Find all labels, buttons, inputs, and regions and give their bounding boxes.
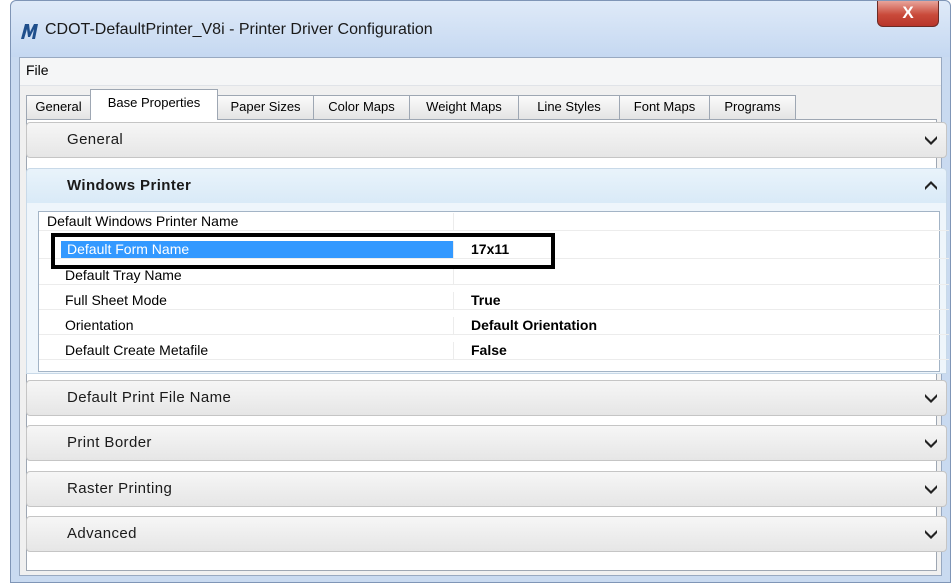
property-name: Full Sheet Mode [65,292,167,308]
chevron-down-icon [925,485,937,494]
menu-bar: File [20,58,941,86]
property-name: Default Windows Printer Name [47,213,239,229]
tab-programs[interactable]: Programs [709,95,796,119]
title-bar[interactable]: CDOT-DefaultPrinter_V8i - Printer Driver… [11,1,950,57]
property-name: Orientation [65,317,134,333]
property-row[interactable]: Full Sheet Mode True [39,292,949,310]
property-value[interactable]: Default Orientation [471,317,597,334]
tab-weight-maps[interactable]: Weight Maps [409,95,519,119]
property-value[interactable]: True [471,292,501,309]
property-grid: Default Windows Printer Name Default For… [38,211,949,372]
section-label: Windows Printer [67,177,192,194]
chevron-down-icon [925,136,937,145]
section-label: Print Border [67,434,152,451]
tab-base-properties[interactable]: Base Properties [90,89,218,120]
section-label: Raster Printing [67,480,173,497]
section-print-border[interactable]: Print Border [26,425,947,461]
tab-line-styles[interactable]: Line Styles [518,95,620,119]
property-value[interactable]: False [471,342,507,359]
property-value[interactable]: 17x11 [471,241,509,258]
microstation-logo-icon [21,24,38,39]
tab-paper-sizes[interactable]: Paper Sizes [217,95,314,119]
tab-color-maps[interactable]: Color Maps [313,95,410,119]
chevron-down-icon [925,439,937,448]
window-title: CDOT-DefaultPrinter_V8i - Printer Driver… [45,21,433,38]
property-row[interactable]: Default Tray Name [39,267,949,285]
close-icon: X [902,3,914,22]
property-row[interactable]: Default Windows Printer Name [39,213,949,231]
chevron-down-icon [925,530,937,539]
menu-file[interactable]: File [26,62,49,78]
chevron-down-icon [925,394,937,403]
section-label: Advanced [67,525,137,542]
tab-font-maps[interactable]: Font Maps [619,95,710,119]
chevron-up-icon [925,181,937,190]
property-name: Default Form Name [61,241,453,258]
section-default-print-file-name[interactable]: Default Print File Name [26,380,947,416]
property-name: Default Create Metafile [65,342,209,358]
tab-strip: General Base Properties Paper Sizes Colo… [26,88,936,120]
property-name: Default Tray Name [65,267,182,283]
section-general[interactable]: General [26,122,947,158]
property-row[interactable]: Default Create Metafile False [39,342,949,360]
section-advanced[interactable]: Advanced [26,516,947,552]
property-row-selected[interactable]: Default Form Name 17x11 [39,241,949,259]
section-raster-printing[interactable]: Raster Printing [26,471,947,507]
tab-general[interactable]: General [26,95,91,119]
close-button[interactable]: X [877,1,939,27]
section-label: Default Print File Name [67,389,232,406]
property-row[interactable]: Orientation Default Orientation [39,317,949,335]
section-windows-printer[interactable]: Windows Printer [26,168,947,204]
section-label: General [67,131,124,148]
